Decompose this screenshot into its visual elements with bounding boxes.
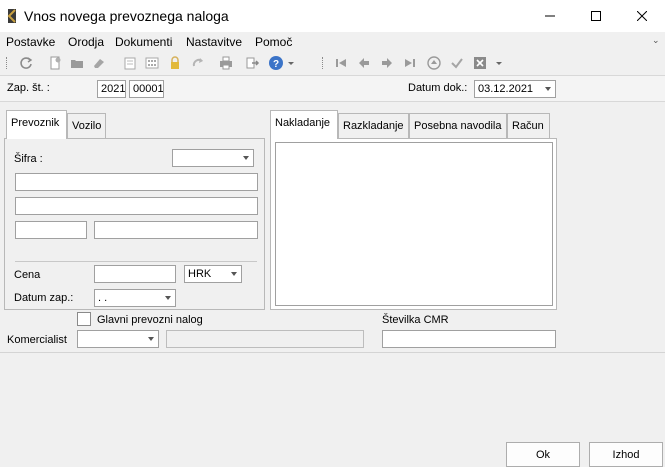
glavni-nalog-label: Glavni prevozni nalog xyxy=(97,314,203,326)
window-title: Vnos novega prevoznega naloga xyxy=(24,8,229,24)
currency-value: HRK xyxy=(188,268,212,280)
tab-nakladanje[interactable]: Nakladanje xyxy=(270,110,338,139)
stevilka-cmr-label: Številka CMR xyxy=(382,314,449,326)
chevron-down-icon xyxy=(545,87,551,91)
chevron-down-icon xyxy=(243,156,249,160)
sifra-combo[interactable] xyxy=(172,149,254,167)
izhod-button[interactable]: Izhod xyxy=(589,442,663,467)
close-button[interactable] xyxy=(619,0,665,32)
currency-combo[interactable]: HRK xyxy=(184,265,242,283)
datum-zap-label: Datum zap.: xyxy=(14,292,74,304)
eject-icon[interactable] xyxy=(425,54,443,72)
open-folder-icon[interactable] xyxy=(68,54,86,72)
glavni-nalog-checkbox[interactable] xyxy=(77,312,91,326)
new-item-icon[interactable] xyxy=(121,54,139,72)
last-icon[interactable] xyxy=(401,54,419,72)
datum-dok-combo[interactable]: 03.12.2021 xyxy=(474,80,556,98)
komercialist-combo[interactable] xyxy=(77,330,159,348)
nakladanje-textarea[interactable] xyxy=(275,142,553,306)
datum-dok-value: 03.12.2021 xyxy=(478,83,534,95)
year-field[interactable]: 2021 xyxy=(97,80,126,98)
sifra-label: Šifra : xyxy=(14,153,43,165)
help-dropdown-icon[interactable] xyxy=(286,54,296,72)
print-icon[interactable] xyxy=(217,54,235,72)
cena-field[interactable] xyxy=(94,265,176,283)
tab-vozilo[interactable]: Vozilo xyxy=(67,113,106,138)
lock-icon[interactable] xyxy=(166,54,184,72)
komercialist-label: Komercialist xyxy=(7,334,67,346)
first-icon[interactable] xyxy=(332,54,350,72)
prevoznik-panel: Šifra : Cena HRK Datum zap.: . . xyxy=(4,138,265,310)
chevron-down-icon[interactable]: ⌄ xyxy=(652,35,660,46)
divider xyxy=(15,261,257,262)
next-icon[interactable] xyxy=(378,54,396,72)
redo-icon[interactable] xyxy=(189,54,207,72)
chevron-down-icon xyxy=(231,272,237,276)
cancel-dropdown-icon[interactable] xyxy=(494,54,504,72)
chevron-down-icon xyxy=(148,337,154,341)
stevilka-cmr-field[interactable] xyxy=(382,330,556,348)
nakladanje-panel xyxy=(270,138,557,310)
menu-dokumenti[interactable]: Dokumenti xyxy=(115,35,172,49)
tab-racun[interactable]: Račun xyxy=(507,113,550,138)
document-header: Zap. št. : 2021 00001 Datum dok.: 03.12.… xyxy=(0,75,665,102)
komercialist-name-field xyxy=(166,330,364,348)
naslov-field[interactable] xyxy=(15,197,258,215)
prev-icon[interactable] xyxy=(355,54,373,72)
posta-field[interactable] xyxy=(15,221,87,239)
menu-postavke[interactable]: Postavke xyxy=(6,35,55,49)
menu-pomoc[interactable]: Pomoč xyxy=(255,35,292,49)
new-doc-icon[interactable] xyxy=(46,54,64,72)
toolbar-grip-2[interactable] xyxy=(322,57,325,69)
naziv-field[interactable] xyxy=(15,173,258,191)
minimize-icon xyxy=(545,15,555,17)
toolbar: ? xyxy=(0,52,665,74)
help-icon[interactable]: ? xyxy=(267,54,285,72)
tab-razkladanje[interactable]: Razkladanje xyxy=(338,113,409,138)
tab-prevoznik[interactable]: Prevoznik xyxy=(6,110,67,139)
export-icon[interactable] xyxy=(244,54,262,72)
menu-bar: Postavke Orodja Dokumenti Nastavitve Pom… xyxy=(0,32,665,52)
datum-dok-label: Datum dok.: xyxy=(408,82,468,94)
cancel-icon[interactable] xyxy=(471,54,489,72)
footer-divider xyxy=(0,352,665,353)
title-bar: Vnos novega prevoznega naloga xyxy=(0,0,665,32)
maximize-icon xyxy=(591,11,601,21)
datum-zap-value: . . xyxy=(98,292,108,304)
calculator-icon[interactable] xyxy=(143,54,161,72)
refresh-icon[interactable] xyxy=(17,54,35,72)
eraser-icon[interactable] xyxy=(90,54,108,72)
chevron-down-icon xyxy=(165,296,171,300)
zap-st-label: Zap. št. : xyxy=(7,82,50,94)
menu-nastavitve[interactable]: Nastavitve xyxy=(186,35,242,49)
minimize-button[interactable] xyxy=(527,0,573,32)
datum-zap-combo[interactable]: . . xyxy=(94,289,176,307)
confirm-icon[interactable] xyxy=(448,54,466,72)
app-logo-icon xyxy=(7,9,16,23)
maximize-button[interactable] xyxy=(573,0,619,32)
ok-button[interactable]: Ok xyxy=(506,442,580,467)
svg-text:?: ? xyxy=(273,59,279,70)
number-field[interactable]: 00001 xyxy=(129,80,164,98)
cena-label: Cena xyxy=(14,269,41,281)
kraj-field[interactable] xyxy=(94,221,258,239)
tab-posebna-navodila[interactable]: Posebna navodila xyxy=(409,113,507,138)
menu-orodja[interactable]: Orodja xyxy=(68,35,104,49)
toolbar-grip[interactable] xyxy=(6,57,9,69)
close-icon xyxy=(637,11,647,21)
